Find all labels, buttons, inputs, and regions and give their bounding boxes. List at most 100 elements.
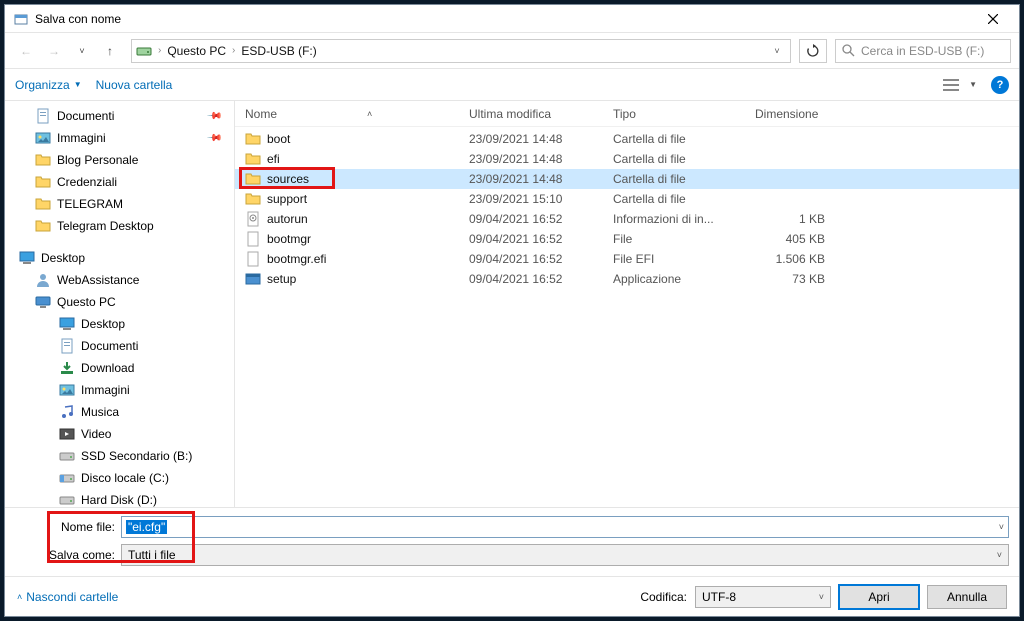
file-type: Applicazione — [603, 272, 745, 286]
window-title: Salva con nome — [35, 12, 973, 26]
chevron-right-icon: › — [158, 45, 161, 56]
folder-icon — [245, 171, 261, 187]
sidebar-desktop[interactable]: Desktop — [5, 247, 234, 269]
col-modified[interactable]: Ultima modifica — [459, 107, 603, 121]
pic-icon — [59, 382, 75, 398]
filename-input[interactable]: "ei.cfg" ˅ — [121, 516, 1009, 538]
organize-menu[interactable]: Organizza▼ — [15, 78, 82, 92]
forward-button[interactable]: → — [41, 38, 67, 64]
file-type: Cartella di file — [603, 152, 745, 166]
drive-c-icon — [59, 470, 75, 486]
crumb-pc[interactable]: Questo PC — [167, 44, 226, 58]
doc-icon — [35, 108, 51, 124]
file-row[interactable]: autorun09/04/2021 16:52Informazioni di i… — [235, 209, 1019, 229]
refresh-button[interactable] — [799, 39, 827, 63]
exe-icon — [245, 271, 261, 287]
col-size[interactable]: Dimensione — [745, 107, 835, 121]
help-button[interactable]: ? — [991, 76, 1009, 94]
file-row[interactable]: sources23/09/2021 14:48Cartella di file — [235, 169, 1019, 189]
file-row[interactable]: efi 23/09/2021 14:48Cartella di file — [235, 149, 1019, 169]
sidebar-item[interactable]: Blog Personale — [5, 149, 234, 171]
cancel-button[interactable]: Annulla — [927, 585, 1007, 609]
file-name: bootmgr — [267, 232, 311, 246]
file-name: setup — [267, 272, 296, 286]
address-bar[interactable]: › Questo PC › ESD-USB (F:) ˅ — [131, 39, 791, 63]
sidebar-item[interactable]: Musica — [5, 401, 234, 423]
up-button[interactable]: ↑ — [97, 38, 123, 64]
sidebar-item[interactable]: SSD Secondario (B:) — [5, 445, 234, 467]
sidebar-item[interactable]: Telegram Desktop — [5, 215, 234, 237]
file-list[interactable]: boot23/09/2021 14:48Cartella di file efi 2… — [235, 127, 1019, 507]
file-modified: 09/04/2021 16:52 — [459, 212, 603, 226]
search-icon — [842, 44, 855, 57]
sidebar-item[interactable]: Hard Disk (D:) — [5, 489, 234, 507]
sidebar[interactable]: Documenti📌Immagini📌 Blog Personale Credenz… — [5, 101, 235, 507]
footer: ˄Nascondi cartelle Codifica: UTF-8 ˅ Apr… — [5, 576, 1019, 616]
app-icon — [13, 11, 29, 27]
file-type: Cartella di file — [603, 192, 745, 206]
sidebar-item[interactable]: Documenti — [5, 335, 234, 357]
sidebar-item[interactable]: Download — [5, 357, 234, 379]
pc-icon — [35, 294, 51, 310]
file-modified: 09/04/2021 16:52 — [459, 272, 603, 286]
sidebar-item-label: Blog Personale — [57, 153, 138, 167]
file-type: File EFI — [603, 252, 745, 266]
download-icon — [59, 360, 75, 376]
file-type: Cartella di file — [603, 132, 745, 146]
file-size: 73 KB — [745, 272, 835, 286]
folder-icon — [35, 174, 51, 190]
search-placeholder: Cerca in ESD-USB (F:) — [861, 44, 984, 58]
file-row[interactable]: bootmgr.efi09/04/2021 16:52File EFI1.506… — [235, 249, 1019, 269]
filename-panel: Nome file: "ei.cfg" ˅ Salva come: Tutti … — [5, 507, 1019, 576]
file-name: bootmgr.efi — [267, 252, 326, 266]
sidebar-item[interactable]: Immagini📌 — [5, 127, 234, 149]
file-row[interactable]: bootmgr09/04/2021 16:52File405 KB — [235, 229, 1019, 249]
back-button[interactable]: ← — [13, 38, 39, 64]
open-button[interactable]: Apri — [839, 585, 919, 609]
file-modified: 23/09/2021 14:48 — [459, 152, 603, 166]
drive-icon — [59, 448, 75, 464]
sidebar-item[interactable]: Documenti📌 — [5, 105, 234, 127]
filename-value: "ei.cfg" — [126, 520, 167, 534]
file-row[interactable]: support23/09/2021 15:10Cartella di file — [235, 189, 1019, 209]
crumb-drive[interactable]: ESD-USB (F:) — [241, 44, 316, 58]
close-button[interactable] — [973, 5, 1013, 33]
desktop-icon — [19, 250, 35, 266]
search-input[interactable]: Cerca in ESD-USB (F:) — [835, 39, 1011, 63]
sidebar-item[interactable]: Disco locale (C:) — [5, 467, 234, 489]
address-dropdown[interactable]: ˅ — [768, 46, 786, 56]
file-name: efi — [267, 152, 280, 166]
chevron-down-icon: ˅ — [997, 550, 1002, 560]
sidebar-item[interactable]: Video — [5, 423, 234, 445]
file-name: sources — [267, 172, 309, 186]
view-options[interactable]: ▼ — [943, 78, 977, 92]
video-icon — [59, 426, 75, 442]
navbar: ← → ˅ ↑ › Questo PC › ESD-USB (F:) ˅ Cer… — [5, 33, 1019, 69]
recent-dropdown[interactable]: ˅ — [69, 38, 95, 64]
drive-icon — [59, 492, 75, 507]
column-headers[interactable]: Nome ˄ Ultima modifica Tipo Dimensione — [235, 101, 1019, 127]
hide-folders-link[interactable]: ˄Nascondi cartelle — [17, 590, 118, 604]
sidebar-item[interactable]: Credenziali — [5, 171, 234, 193]
file-row[interactable]: setup 09/04/2021 16:52Applicazione73 KB — [235, 269, 1019, 289]
view-icon — [943, 78, 959, 92]
col-name[interactable]: Nome — [245, 107, 277, 121]
file-modified: 23/09/2021 15:10 — [459, 192, 603, 206]
sidebar-item[interactable]: Desktop — [5, 313, 234, 335]
sidebar-item[interactable]: Immagini — [5, 379, 234, 401]
file-size: 1 KB — [745, 212, 835, 226]
encoding-combo[interactable]: UTF-8 ˅ — [695, 586, 831, 608]
file-row[interactable]: boot23/09/2021 14:48Cartella di file — [235, 129, 1019, 149]
col-type[interactable]: Tipo — [603, 107, 745, 121]
chevron-down-icon[interactable]: ˅ — [999, 522, 1004, 532]
sort-asc-icon: ˄ — [367, 109, 372, 119]
doc-icon — [59, 338, 75, 354]
main-area: Documenti📌Immagini📌 Blog Personale Credenz… — [5, 101, 1019, 507]
chevron-down-icon: ˅ — [819, 592, 824, 602]
saveas-combo[interactable]: Tutti i file ˅ — [121, 544, 1009, 566]
new-folder-button[interactable]: Nuova cartella — [96, 78, 173, 92]
sidebar-item[interactable]: WebAssistance — [5, 269, 234, 291]
sidebar-item[interactable]: Questo PC — [5, 291, 234, 313]
saveas-label: Salva come: — [15, 548, 115, 562]
sidebar-item[interactable]: TELEGRAM — [5, 193, 234, 215]
